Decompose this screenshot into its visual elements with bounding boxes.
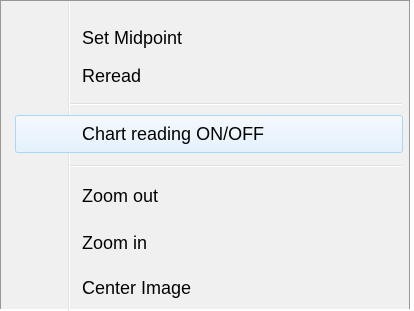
- menu-item-reread[interactable]: Reread: [15, 57, 403, 95]
- context-menu: Set Midpoint Reread Chart reading ON/OFF…: [0, 0, 410, 311]
- menu-item-zoom-in[interactable]: Zoom in: [15, 224, 403, 262]
- menu-item-zoom-out[interactable]: Zoom out: [15, 177, 403, 215]
- menu-item-label: Chart reading ON/OFF: [82, 124, 265, 144]
- menu-separator: [70, 103, 402, 105]
- menu-item-center-image[interactable]: Center Image: [15, 269, 403, 307]
- menu-item-label: Zoom in: [82, 233, 148, 253]
- menu-item-label: Set Midpoint: [82, 28, 183, 48]
- menu-item-label: Reread: [82, 66, 142, 86]
- menu-item-label: Zoom out: [82, 186, 159, 206]
- menu-item-set-midpoint[interactable]: Set Midpoint: [15, 19, 403, 57]
- menu-separator: [70, 165, 402, 167]
- menu-item-chart-reading-toggle[interactable]: Chart reading ON/OFF: [15, 115, 403, 153]
- menu-item-label: Center Image: [82, 278, 192, 298]
